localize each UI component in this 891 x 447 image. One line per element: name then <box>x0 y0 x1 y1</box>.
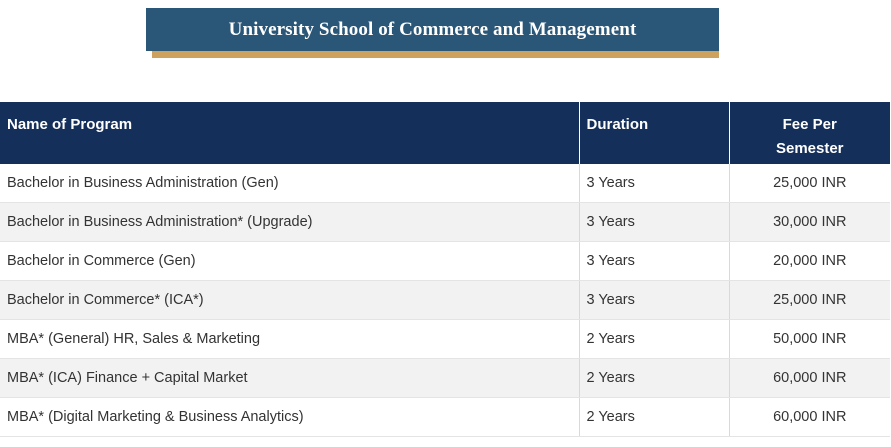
fee-cell: 50,000 INR <box>729 319 890 359</box>
fee-cell: 60,000 INR <box>729 358 890 398</box>
table-row: Bachelor in Commerce* (ICA*) 3 Years 25,00… <box>0 280 890 320</box>
program-cell: MBA* (ICA) Finance + Capital Market <box>0 358 580 398</box>
fee-cell: 25,000 INR <box>729 280 890 320</box>
program-cell: MBA* (Digital Marketing & Business Analy… <box>0 397 580 437</box>
page-title: University School of Commerce and Manage… <box>146 8 719 51</box>
program-cell: MBA* (General) HR, Sales & Marketing <box>0 319 580 359</box>
table-row: Bachelor in Business Administration (Gen… <box>0 164 890 203</box>
fee-cell: 25,000 INR <box>729 164 890 203</box>
duration-cell: 2 Years <box>579 358 730 398</box>
title-banner: University School of Commerce and Manage… <box>146 8 719 58</box>
fee-cell: 30,000 INR <box>729 202 890 242</box>
table-row: MBA* (Digital Marketing & Business Analy… <box>0 397 890 437</box>
header-duration: Duration <box>579 102 730 164</box>
fee-cell: 60,000 INR <box>729 397 890 437</box>
table-header-row: Name of Program Duration Fee Per Semeste… <box>0 102 890 164</box>
table-row: MBA* (General) HR, Sales & Marketing 2 Ye… <box>0 319 890 359</box>
programs-table: Name of Program Duration Fee Per Semeste… <box>0 102 890 437</box>
program-cell: Bachelor in Commerce (Gen) <box>0 241 580 281</box>
table-row: MBA* (ICA) Finance + Capital Market 2 Yea… <box>0 358 890 398</box>
fee-cell: 20,000 INR <box>729 241 890 281</box>
duration-cell: 3 Years <box>579 164 730 203</box>
duration-cell: 3 Years <box>579 241 730 281</box>
program-cell: Bachelor in Business Administration* (Up… <box>0 202 580 242</box>
table-row: Bachelor in Business Administration* (Up… <box>0 202 890 242</box>
table-row: Bachelor in Commerce (Gen) 3 Years 20,000 … <box>0 241 890 281</box>
duration-cell: 2 Years <box>579 319 730 359</box>
program-cell: Bachelor in Business Administration (Gen… <box>0 164 580 203</box>
header-fee-label: Fee Per Semester <box>775 116 844 157</box>
program-cell: Bachelor in Commerce* (ICA*) <box>0 280 580 320</box>
header-fee: Fee Per Semester <box>729 102 890 164</box>
duration-cell: 3 Years <box>579 280 730 320</box>
header-program: Name of Program <box>0 102 580 164</box>
duration-cell: 2 Years <box>579 397 730 437</box>
duration-cell: 3 Years <box>579 202 730 242</box>
table-body: Bachelor in Business Administration (Gen… <box>0 164 890 437</box>
